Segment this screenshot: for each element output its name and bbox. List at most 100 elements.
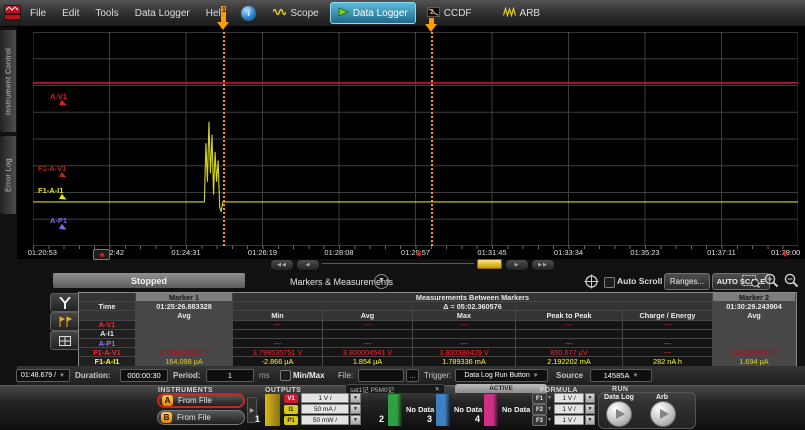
browse-button[interactable]: ... [406,369,419,382]
marker-tool-button[interactable] [50,293,80,312]
formula-f3-badge[interactable]: F3 [532,415,547,426]
measurement-value: 3.799535751 V [233,348,323,357]
scroll-right-button[interactable]: ▶ [505,259,529,271]
marker-1-line[interactable] [223,32,225,246]
output-v1-range-dropdown[interactable]: ▼ [350,393,361,403]
row-label-a-v1: A-V1 [79,321,136,330]
tab-label: CCDF [444,8,472,19]
zoom-in-icon[interactable] [764,273,779,293]
file-session-tab[interactable]: sat1记 P5M0记✕ [345,384,445,393]
x-tick-label: 01:33:34 [554,248,583,257]
measurement-value: --- [323,321,413,330]
source-label: Source [556,371,583,380]
tab-label: Scope [290,8,318,19]
formula-f2-value[interactable]: 1 V / [554,404,584,414]
chevron-down-icon[interactable]: ▼ [374,274,389,289]
arb-play-button[interactable] [650,401,676,427]
menu-item-edit[interactable]: Edit [62,8,79,19]
formula-f3-dropdown[interactable]: ▼ [585,415,595,425]
output-p1-range-value[interactable]: 50 mW / [301,415,349,425]
file-input[interactable] [358,369,404,382]
menu-item-tools[interactable]: Tools [95,8,118,19]
minmax-checkbox[interactable] [280,370,291,381]
formula-f3-carat[interactable]: ▼ [547,417,552,423]
measurements-table: Marker 1Measurements Between MarkersMark… [78,292,797,368]
measurement-value: --- [623,339,713,348]
info-icon[interactable]: i [241,6,256,21]
tab-arb[interactable]: ARB [495,2,549,24]
output-3-bar[interactable] [436,394,451,426]
output-1-bar[interactable] [265,394,280,426]
formula-f1-value[interactable]: 1 V / [554,393,584,403]
formula-f1-dropdown[interactable]: ▼ [585,393,595,403]
tab-ccdf[interactable]: CCDF [419,2,480,24]
formula-f2-dropdown[interactable]: ▼ [585,404,595,414]
measurement-value: --- [413,339,516,348]
measurement-value [323,330,413,339]
output-4-bar[interactable] [484,394,499,426]
period-input[interactable]: 1 [206,369,254,382]
output-v1-range-value[interactable]: 1 V / [301,393,349,403]
sidebar-tab-error-log[interactable]: Error Log [0,136,16,214]
duration-value[interactable]: 000:00:30 [120,369,168,382]
instrument-a-from-file-button[interactable]: A From File [157,393,245,408]
table-view-button[interactable] [50,331,80,350]
fit-view-icon[interactable] [584,274,599,294]
measurement-value: --- [233,321,323,330]
zoom-window-icon[interactable] [742,274,760,293]
marker-2-number: 2 [430,9,434,16]
auto-scroll-checkbox[interactable] [604,277,615,288]
app-logo-icon [4,5,21,21]
sine-icon [273,7,286,20]
play-icon [338,7,349,20]
elapsed-time-dropdown[interactable]: 01:48.679 /▼ [16,369,70,382]
marker-pair-button[interactable] [50,312,80,331]
tab-label: Data Logger [353,8,408,19]
formula-f1-carat[interactable]: ▼ [547,395,552,401]
measurement-value [516,330,623,339]
menu-item-file[interactable]: File [30,8,46,19]
measurement-value: --- [516,339,623,348]
formula-f3-value[interactable]: 1 V / [554,415,584,425]
datalog-play-button[interactable] [606,401,632,427]
scroll-far-right-button[interactable]: ▶▶ [531,259,555,271]
marker-2-line[interactable] [431,32,433,246]
auto-scale-button[interactable]: AUTO SCALE [712,273,770,290]
tab-scope[interactable]: Scope [265,2,326,24]
instrument-b-from-file-button[interactable]: B From File [157,410,245,425]
x-tick-label: 01:20:53 [28,248,57,257]
column-header: Avg [323,311,413,320]
active-session-tab[interactable]: ACTIVE [455,384,547,393]
output-2-bar[interactable] [388,394,403,426]
close-icon[interactable]: ✕ [435,385,440,393]
channel-label-a-p1: A-P1 [50,216,67,225]
measurement-value: --- [623,348,713,357]
formula-f2-carat[interactable]: ▼ [547,406,552,412]
scrollbar-track[interactable] [322,263,474,264]
formula-f2-badge[interactable]: F2 [532,404,547,415]
output-i1-range-value[interactable]: 50 mA / [301,404,349,414]
marker2-value [713,321,796,330]
tab-label: ARB [520,8,541,19]
marker2-value: 3.800005341 V [713,348,796,357]
trigger-dropdown[interactable]: Data Log Run Button▼ [455,369,548,382]
measurement-value [623,330,713,339]
formula-f1-badge[interactable]: F1 [532,393,547,404]
scroll-left-button[interactable]: ◀ [296,259,320,271]
row-label-a-i1: A-I1 [79,330,136,339]
output-p1-range-dropdown[interactable]: ▼ [350,415,361,425]
zoom-out-icon[interactable] [784,273,799,293]
row-label-f1-a-v1: F1-A-V1 [79,348,136,357]
waveform-plot[interactable] [33,32,798,246]
output-i1-range-dropdown[interactable]: ▼ [350,404,361,414]
scroll-far-left-button[interactable]: ◀◀ [270,259,294,271]
sidebar-tab-instrument-control[interactable]: Instrument Control [0,30,16,132]
menu-items: FileEditToolsData LoggerHelp [30,8,226,19]
tab-data-logger[interactable]: Data Logger [330,2,416,24]
marker1-header: Marker 1 [136,293,233,302]
scrollbar-thumb[interactable] [477,259,502,269]
ranges-button[interactable]: Ranges... [664,273,710,290]
menu-item-data-logger[interactable]: Data Logger [135,8,190,19]
minmax-label: Min/Max [293,371,325,380]
source-dropdown[interactable]: 14585A▼ [590,369,652,382]
